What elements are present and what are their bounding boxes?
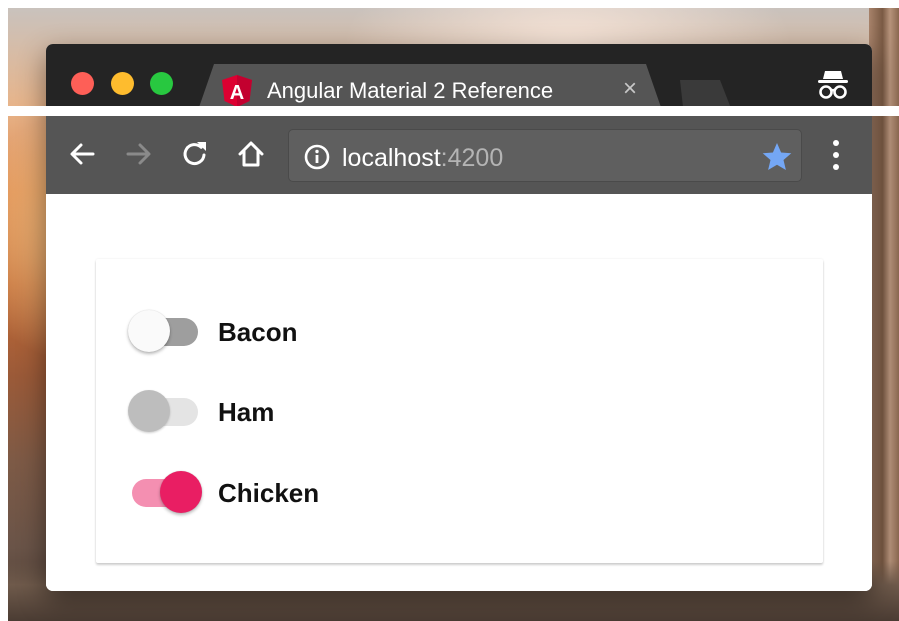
close-window-button[interactable]	[71, 72, 94, 95]
bacon-toggle[interactable]	[128, 310, 202, 354]
browser-toolbar: localhost:4200	[46, 116, 872, 194]
toggle-thumb	[128, 310, 170, 352]
ham-label: Ham	[218, 397, 275, 427]
toggle-thumb	[160, 471, 202, 513]
chicken-label[interactable]: Chicken	[218, 478, 319, 509]
url-host: localhost	[342, 144, 441, 172]
toggle-row-ham: Ham	[128, 390, 528, 434]
browser-window: A Angular Material 2 Reference × localho…	[46, 44, 872, 591]
menu-icon[interactable]	[824, 138, 848, 172]
url-port: :4200	[440, 144, 504, 172]
toggle-row-bacon: Bacon	[128, 310, 528, 354]
url-text: localhost:4200	[342, 144, 503, 173]
back-arrow-icon[interactable]	[66, 138, 98, 170]
angular-logo-icon: A	[222, 75, 252, 107]
reload-icon[interactable]	[179, 138, 211, 170]
tab-title: Angular Material 2 Reference	[267, 78, 554, 103]
bacon-label[interactable]: Bacon	[218, 317, 297, 348]
svg-text:A: A	[230, 82, 244, 104]
zoom-window-button[interactable]	[150, 72, 173, 95]
info-icon[interactable]	[304, 144, 330, 170]
incognito-icon	[818, 71, 848, 99]
ham-toggle	[128, 390, 202, 434]
chicken-toggle[interactable]	[128, 471, 202, 515]
screenshot-gap	[0, 106, 899, 116]
star-icon[interactable]	[761, 141, 793, 173]
address-bar[interactable]: localhost:4200	[288, 129, 802, 182]
tab-close-icon[interactable]: ×	[623, 77, 637, 101]
page-viewport: Bacon Ham Chicken	[46, 194, 872, 591]
toggle-row-chicken: Chicken	[128, 471, 528, 515]
home-icon[interactable]	[235, 138, 267, 170]
toggle-card: Bacon Ham Chicken	[96, 259, 823, 563]
forward-arrow-icon[interactable]	[123, 138, 155, 170]
toggle-thumb	[128, 390, 170, 432]
wallpaper-rock	[869, 8, 899, 621]
minimize-window-button[interactable]	[111, 72, 134, 95]
